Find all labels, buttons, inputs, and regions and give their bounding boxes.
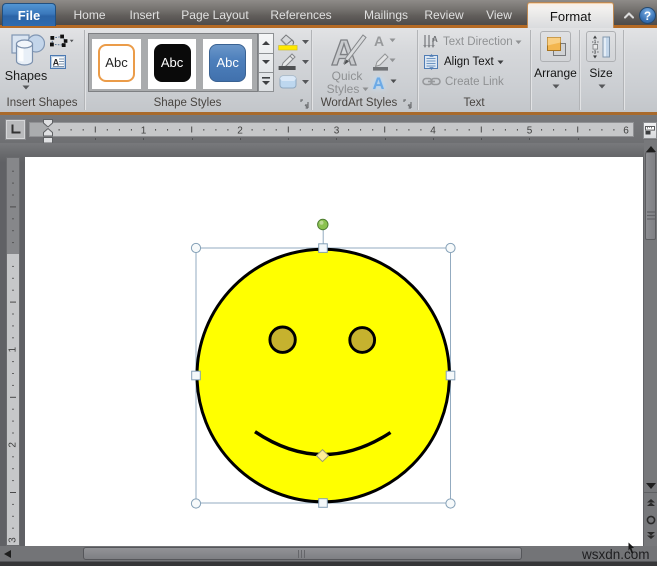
- svg-text:1: 1: [8, 346, 19, 352]
- svg-text:3: 3: [334, 126, 340, 137]
- svg-text:4: 4: [430, 126, 436, 137]
- svg-text:6: 6: [623, 126, 629, 137]
- svg-text:5: 5: [527, 126, 533, 137]
- svg-text:2: 2: [237, 126, 243, 137]
- svg-text:1: 1: [141, 126, 147, 137]
- svg-text:3: 3: [8, 537, 19, 543]
- svg-text:2: 2: [8, 442, 19, 448]
- svg-text:A: A: [432, 35, 438, 44]
